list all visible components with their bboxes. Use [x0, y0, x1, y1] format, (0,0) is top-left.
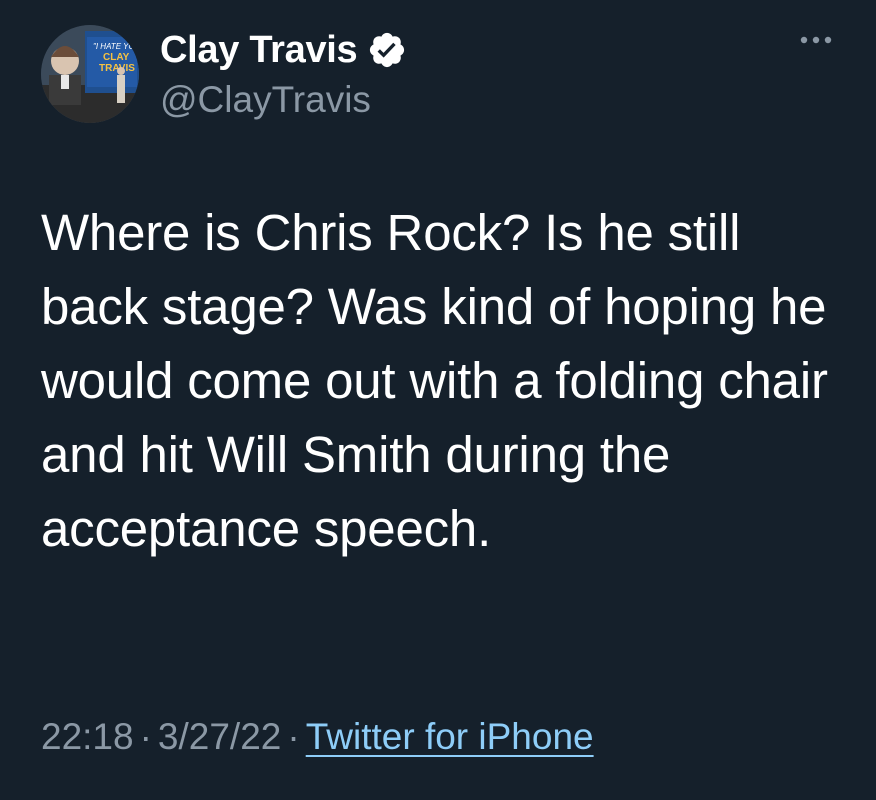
author-display-name[interactable]: Clay Travis: [160, 28, 358, 72]
author-avatar[interactable]: "I HATE YOU CLAY TRAVIS: [41, 25, 139, 123]
profile-photo-icon: "I HATE YOU CLAY TRAVIS: [41, 25, 139, 123]
author-name-row: Clay Travis: [160, 28, 407, 72]
svg-text:TRAVIS: TRAVIS: [99, 63, 135, 74]
verified-badge-icon: [370, 32, 405, 68]
tweet-date[interactable]: 3/27/22: [158, 716, 281, 757]
tweet-time[interactable]: 22:18: [41, 716, 134, 757]
svg-text:"I HATE YOU: "I HATE YOU: [93, 42, 139, 51]
author-handle[interactable]: @ClayTravis: [160, 78, 371, 122]
tweet-metadata: 22:18 · 3/27/22 · Twitter for iPhone: [41, 712, 594, 762]
tweet-text: Where is Chris Rock? Is he still back st…: [41, 204, 828, 557]
meta-separator: ·: [139, 716, 152, 757]
more-options-icon[interactable]: [798, 30, 834, 50]
meta-separator: ·: [287, 716, 300, 757]
svg-text:CLAY: CLAY: [103, 52, 130, 63]
tweet-card: "I HATE YOU CLAY TRAVIS Clay Travis @Cla…: [0, 0, 876, 800]
tweet-source-link[interactable]: Twitter for iPhone: [306, 716, 594, 757]
